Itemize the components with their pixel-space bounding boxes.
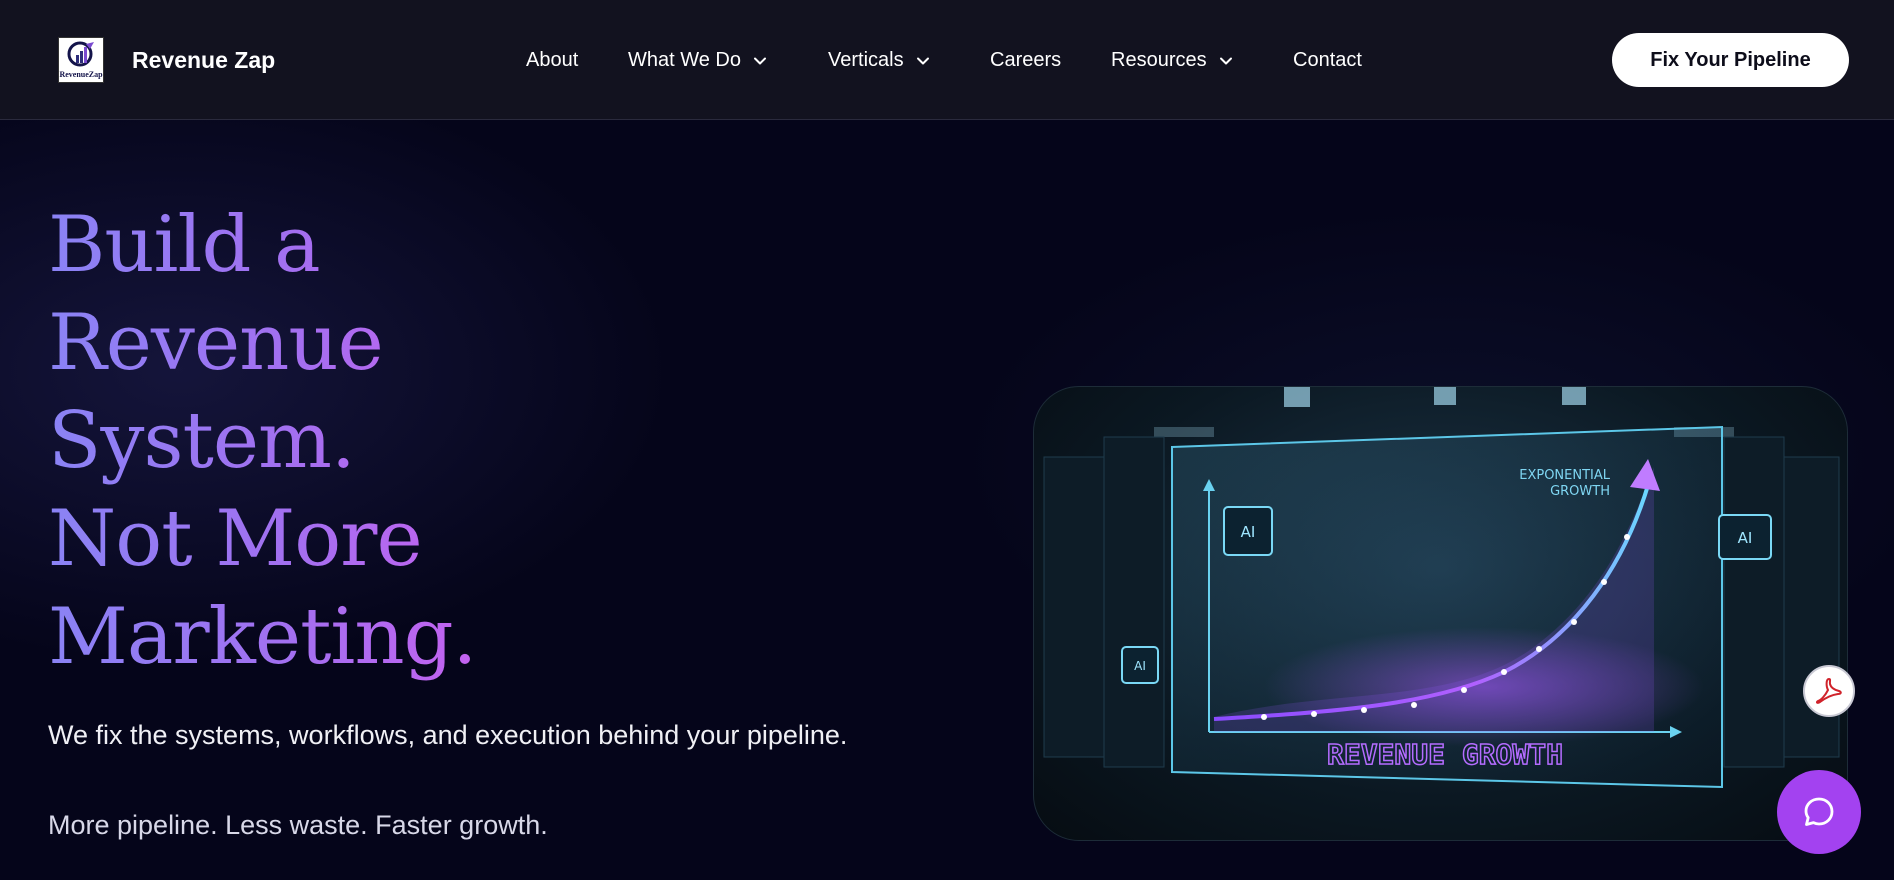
chevron-down-icon <box>916 57 929 64</box>
logo-chart-icon <box>67 41 94 67</box>
hero-title-line: System. <box>48 396 355 486</box>
nav-item-verticals[interactable]: Verticals <box>828 49 930 72</box>
pdf-button[interactable] <box>1803 665 1855 717</box>
nav-item-what-we-do[interactable]: What We Do <box>628 49 767 72</box>
growth-label: GROWTH <box>1550 484 1610 499</box>
nav-item-label: Contact <box>1293 49 1362 71</box>
nav-item-label: About <box>526 49 579 71</box>
revenue-growth-illustration: AI AI AI EXPONENTIAL GROWTH REVENUE GROW… <box>1043 387 1840 789</box>
hero-title-line: Build a <box>48 200 320 290</box>
chat-button[interactable] <box>1777 770 1861 854</box>
ai-chip-left: AI <box>1223 506 1273 556</box>
chevron-down-icon <box>754 57 766 64</box>
fix-your-pipeline-button[interactable]: Fix Your Pipeline <box>1612 33 1849 87</box>
nav-item-label: Verticals <box>828 49 904 71</box>
logo-wordmark: RevenueZap <box>59 70 103 79</box>
hero-title: Build a Revenue System. Not More Marketi… <box>48 196 748 686</box>
exponential-label: EXPONENTIAL <box>1519 468 1611 483</box>
nav-item-contact[interactable]: Contact <box>1293 49 1362 72</box>
chat-bubble-icon <box>1804 797 1834 826</box>
nav-item-label: Resources <box>1111 49 1207 71</box>
nav-item-resources[interactable]: Resources <box>1111 49 1233 72</box>
site-header: RevenueZap Revenue Zap About What We Do … <box>0 0 1894 120</box>
hero-tagline: More pipeline. Less waste. Faster growth… <box>48 810 548 840</box>
chevron-down-icon <box>1219 57 1232 64</box>
ai-chip-label: AI <box>1241 523 1256 541</box>
nav-item-careers[interactable]: Careers <box>990 49 1061 72</box>
hero-title-line: Revenue <box>48 298 383 388</box>
hero-title-line: Not More <box>48 494 422 584</box>
brand-logo[interactable]: RevenueZap <box>58 37 104 83</box>
ai-chip-right: AI <box>1718 514 1772 560</box>
pdf-icon <box>1815 678 1842 704</box>
ai-chip-label: AI <box>1134 659 1146 673</box>
hero-title-line: Marketing. <box>48 592 477 682</box>
nav-item-label: What We Do <box>628 49 741 71</box>
hero-illustration: AI AI AI EXPONENTIAL GROWTH REVENUE GROW… <box>1033 386 1848 841</box>
ai-chip-label: AI <box>1738 529 1753 547</box>
ai-chip-bottom: AI <box>1121 646 1159 684</box>
nav-item-label: Careers <box>990 49 1062 71</box>
brand-name[interactable]: Revenue Zap <box>132 47 275 74</box>
hero-subtitle: We fix the systems, workflows, and execu… <box>48 720 848 750</box>
revenue-growth-caption: REVENUE GROWTH <box>1327 738 1563 771</box>
nav-item-about[interactable]: About <box>526 49 578 72</box>
